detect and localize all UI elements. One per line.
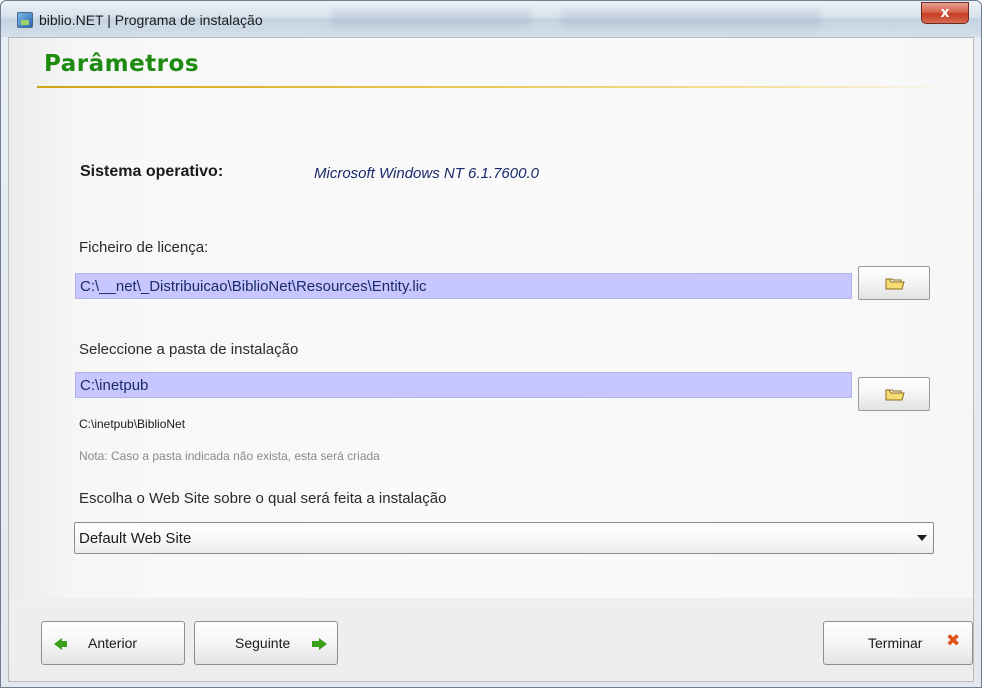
install-folder-browse-button[interactable] bbox=[858, 377, 930, 411]
page-title: Parâmetros bbox=[44, 51, 200, 77]
client-area bbox=[8, 37, 974, 682]
license-browse-button[interactable] bbox=[858, 266, 930, 300]
title-bar[interactable]: biblio.NET | Programa de instalação x bbox=[1, 1, 981, 37]
chevron-down-icon[interactable] bbox=[917, 535, 927, 541]
install-folder-label: Seleccione a pasta de instalação bbox=[79, 341, 299, 358]
title-divider bbox=[37, 86, 957, 88]
os-value: Microsoft Windows NT 6.1.7600.0 bbox=[314, 165, 539, 182]
back-button[interactable]: Anterior bbox=[41, 621, 185, 665]
titlebar-background-blur bbox=[331, 9, 531, 27]
x-icon: ✖ bbox=[946, 631, 961, 651]
install-folder-field[interactable]: C:\inetpub bbox=[75, 372, 852, 398]
close-button[interactable]: x bbox=[921, 2, 969, 24]
titlebar-background-blur bbox=[561, 9, 821, 27]
finish-button-label: Terminar bbox=[868, 635, 923, 651]
finish-button[interactable]: Terminar ✖ bbox=[823, 621, 973, 665]
license-label: Ficheiro de licença: bbox=[79, 239, 209, 256]
parameters-panel bbox=[9, 38, 973, 598]
folder-icon bbox=[885, 389, 905, 401]
folder-icon bbox=[885, 278, 905, 290]
os-label: Sistema operativo: bbox=[80, 163, 224, 180]
installer-app-icon bbox=[17, 12, 33, 28]
window-title: biblio.NET | Programa de instalação bbox=[39, 12, 263, 28]
next-button-label: Seguinte bbox=[235, 635, 291, 651]
website-label: Escolha o Web Site sobre o qual será fei… bbox=[79, 490, 447, 507]
installer-window: biblio.NET | Programa de instalação x Pa… bbox=[0, 0, 982, 688]
website-select[interactable]: Default Web Site bbox=[74, 522, 934, 554]
install-folder-note: Nota: Caso a pasta indicada não exista, … bbox=[79, 449, 380, 463]
resolved-install-path: C:\inetpub\BiblioNet bbox=[79, 417, 186, 431]
arrow-right-icon bbox=[312, 638, 327, 650]
license-path-field[interactable]: C:\__net\_Distribuicao\BiblioNet\Resourc… bbox=[75, 273, 852, 299]
arrow-left-icon bbox=[54, 638, 67, 650]
next-button[interactable]: Seguinte bbox=[194, 621, 338, 665]
back-button-label: Anterior bbox=[88, 635, 138, 651]
website-select-value: Default Web Site bbox=[79, 530, 192, 547]
